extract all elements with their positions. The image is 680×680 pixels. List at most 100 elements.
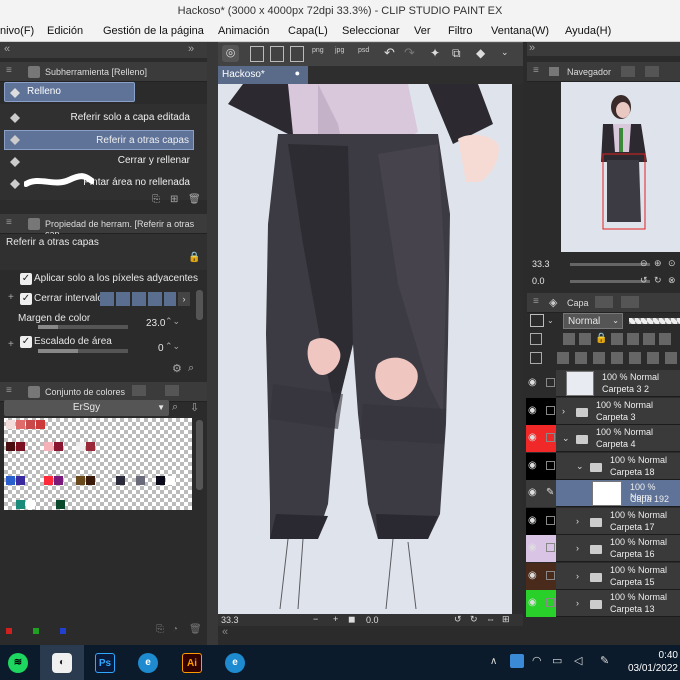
- redo-icon[interactable]: ↷: [404, 45, 415, 61]
- ruler-icon[interactable]: [643, 333, 655, 345]
- menu-help[interactable]: Ayuda(H): [565, 25, 611, 37]
- color-swatch[interactable]: [44, 476, 53, 485]
- lock-box-icon[interactable]: [546, 378, 555, 387]
- add-subtool-icon[interactable]: ⊞: [170, 194, 178, 205]
- save-icon[interactable]: [290, 46, 304, 62]
- navigator-preview[interactable]: [561, 82, 680, 252]
- volume-icon[interactable]: ◁: [574, 654, 582, 667]
- add-color-icon[interactable]: ◔: [172, 624, 178, 635]
- reference-layer-icon[interactable]: [530, 333, 542, 345]
- left-divider[interactable]: [207, 42, 218, 645]
- eye-icon[interactable]: ◉: [528, 377, 537, 388]
- chevron-down-icon[interactable]: ⌄: [547, 316, 554, 325]
- menu-edit[interactable]: Edición: [47, 25, 83, 37]
- search-icon[interactable]: ⌕: [172, 401, 178, 414]
- layer-row[interactable]: ◉ › 100 % Normal Carpeta 16: [526, 535, 680, 562]
- menu-animation[interactable]: Animación: [218, 25, 269, 37]
- new-vector-icon[interactable]: [575, 352, 587, 364]
- eye-icon[interactable]: ◉: [528, 487, 537, 498]
- expand-icon[interactable]: »: [188, 43, 194, 55]
- tab-icon[interactable]: [165, 385, 179, 396]
- zoom-out-icon[interactable]: −: [313, 614, 318, 624]
- fit-icon[interactable]: ◼: [348, 614, 355, 625]
- layer-row[interactable]: ◉ ⌄ 100 % Normal Carpeta 4: [526, 425, 680, 452]
- palette-color-icon[interactable]: [659, 333, 671, 345]
- area-scale-value[interactable]: 0: [158, 343, 164, 354]
- fill-icon[interactable]: ◆: [476, 46, 485, 60]
- mask-icon[interactable]: [627, 333, 639, 345]
- navigator-angle-value[interactable]: 0.0: [532, 276, 545, 286]
- delete-subtool-icon[interactable]: 🗑: [188, 194, 201, 205]
- export-jpg-icon[interactable]: jpg: [335, 47, 344, 54]
- color-swatch[interactable]: [16, 500, 25, 509]
- tray-app-icon[interactable]: [510, 654, 524, 668]
- settings-icon[interactable]: ⚙: [172, 362, 182, 375]
- new-file-icon[interactable]: [250, 46, 264, 62]
- zoom-out-icon[interactable]: ⊖: [640, 258, 648, 269]
- merge-icon[interactable]: [611, 352, 623, 364]
- rotate-right-icon[interactable]: ↻: [470, 614, 478, 625]
- color-swatch[interactable]: [36, 420, 45, 429]
- menu-file[interactable]: nivo(F): [0, 25, 34, 37]
- wifi-icon[interactable]: ◠: [532, 654, 542, 667]
- zoom-in-icon[interactable]: +: [333, 614, 338, 624]
- layer-color-icon[interactable]: [530, 314, 544, 327]
- clip-studio-icon[interactable]: ◎: [222, 45, 239, 62]
- menu-layer[interactable]: Capa(L): [288, 25, 328, 37]
- chevron-down-icon[interactable]: ⌄: [501, 47, 509, 58]
- fit-icon[interactable]: ⊙: [668, 258, 676, 269]
- color-swatch[interactable]: [166, 476, 175, 485]
- clock[interactable]: 0:40 03/01/2022: [620, 649, 678, 675]
- menu-view[interactable]: Ver: [414, 25, 431, 37]
- blend-mode-select[interactable]: Normal ⌄: [563, 313, 623, 329]
- close-icon[interactable]: ●: [295, 68, 300, 78]
- menu-icon[interactable]: ≡: [533, 296, 539, 307]
- tab-icon[interactable]: [621, 66, 635, 77]
- collapse-bottom-icon[interactable]: «: [222, 626, 228, 638]
- layer-row[interactable]: ◉ › 100 % Normal Carpeta 17: [526, 507, 680, 535]
- color-swatch[interactable]: [16, 420, 25, 429]
- chevron-down-icon[interactable]: ⌄: [576, 461, 584, 472]
- color-swatch[interactable]: [6, 420, 15, 429]
- lock-icon[interactable]: 🔒: [188, 252, 200, 263]
- photoshop-icon[interactable]: Ps: [95, 653, 115, 673]
- flip-icon[interactable]: ⇔: [486, 614, 495, 624]
- subtool-group-relleno[interactable]: Relleno: [4, 82, 135, 102]
- lock-box-icon[interactable]: [546, 515, 555, 525]
- subtool-item-other-layers[interactable]: Referir a otras capas: [4, 130, 194, 150]
- color-swatch[interactable]: [136, 476, 145, 485]
- color-margin-slider[interactable]: [38, 325, 128, 329]
- grid-icon[interactable]: ⊞: [502, 614, 510, 625]
- chevron-down-icon[interactable]: ⌄: [562, 433, 570, 444]
- color-swatch-grid[interactable]: [4, 418, 192, 510]
- color-swatch[interactable]: [86, 476, 95, 485]
- lock-box-icon[interactable]: [546, 543, 555, 552]
- color-swatch[interactable]: [6, 442, 15, 451]
- color-swatch[interactable]: [26, 500, 35, 509]
- close-gap-checkbox[interactable]: ✓: [20, 293, 32, 305]
- color-swatch[interactable]: [56, 500, 65, 509]
- delete-color-icon[interactable]: 🗑: [189, 624, 202, 635]
- canvas[interactable]: [218, 84, 512, 614]
- color-margin-value[interactable]: 23.0: [146, 318, 165, 329]
- subtool-item-edited-layer[interactable]: Referir solo a capa editada: [4, 108, 194, 128]
- clear-icon[interactable]: ✦: [430, 46, 440, 60]
- chevron-right-icon[interactable]: ›: [576, 571, 579, 581]
- export-psd-icon[interactable]: psd: [358, 47, 369, 54]
- spotify-icon[interactable]: ≋: [8, 653, 28, 673]
- menu-icon[interactable]: ≡: [6, 385, 12, 396]
- area-scale-slider[interactable]: [38, 349, 128, 353]
- ref-icon[interactable]: [579, 333, 591, 345]
- color-swatch[interactable]: [156, 476, 165, 485]
- tab-icon[interactable]: [132, 385, 146, 396]
- layer-property-icon[interactable]: [530, 352, 542, 364]
- toolprop-scrollbar[interactable]: [196, 290, 203, 320]
- battery-icon[interactable]: ▭: [552, 654, 562, 667]
- tab-icon[interactable]: [645, 66, 659, 77]
- eye-icon[interactable]: ◉: [528, 570, 537, 581]
- layer-row[interactable]: ◉ › 100 % Normal Carpeta 15: [526, 562, 680, 590]
- expand-plus-icon[interactable]: +: [8, 292, 14, 303]
- tab-layer[interactable]: Capa: [567, 298, 589, 308]
- chevron-up-icon[interactable]: ∧: [490, 656, 497, 667]
- mask-add-icon[interactable]: [629, 352, 641, 364]
